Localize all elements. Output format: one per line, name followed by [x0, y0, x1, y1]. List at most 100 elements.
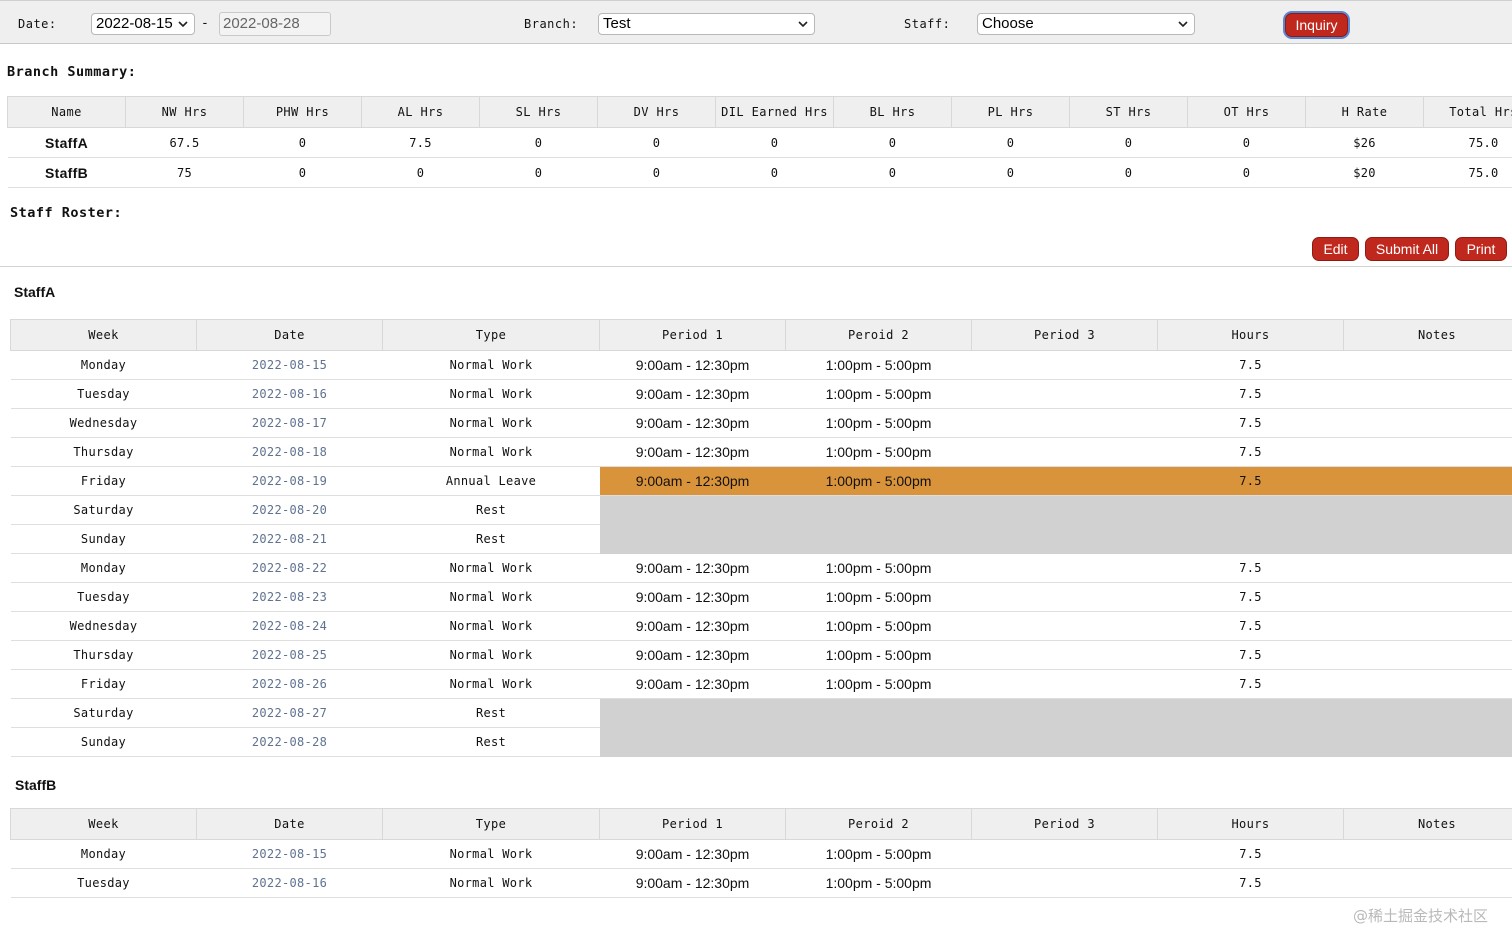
roster-header-row: Week Date Type Period 1 Peroid 2 Period 3 Hour… — [10, 808, 1512, 840]
summary-col-dil-earned-hrs: DIL Earned Hrs — [715, 96, 834, 128]
date-range-separator: - — [201, 16, 209, 31]
date-link[interactable]: 2022-08-15 — [196, 839, 383, 869]
summary-cell: 75.0 — [1423, 157, 1512, 188]
staff-name-heading: StaffB — [15, 777, 57, 793]
summary-cell: 0 — [833, 127, 952, 158]
date-link[interactable]: 2022-08-15 — [196, 350, 383, 380]
roster-col-period-1: Period 1 — [599, 319, 786, 351]
period-3-cell — [971, 408, 1158, 438]
roster-row: Sunday 2022-08-21 Rest — [10, 524, 1512, 554]
period-3-cell — [971, 524, 1158, 554]
date-link[interactable]: 2022-08-26 — [196, 669, 383, 699]
notes-cell — [1343, 868, 1512, 898]
day-cell: Monday — [10, 553, 197, 583]
period-1-cell — [599, 524, 786, 554]
summary-cell: 7.5 — [361, 127, 480, 158]
period-1-cell: 9:00am - 12:30pm — [599, 437, 786, 467]
period-3-cell — [971, 553, 1158, 583]
period-1-cell: 9:00am - 12:30pm — [599, 611, 786, 641]
date-link[interactable]: 2022-08-19 — [196, 466, 383, 496]
day-cell: Wednesday — [10, 408, 197, 438]
period-1-cell: 9:00am - 12:30pm — [599, 839, 786, 869]
roster-col-date: Date — [196, 319, 383, 351]
period-3-cell — [971, 611, 1158, 641]
date-link[interactable]: 2022-08-22 — [196, 553, 383, 583]
summary-cell: $26 — [1305, 127, 1424, 158]
date-from-select[interactable]: 2022-08-15 — [91, 13, 195, 35]
day-cell: Saturday — [10, 495, 197, 525]
summary-cell: 0 — [715, 157, 834, 188]
summary-cell: 0 — [951, 157, 1070, 188]
summary-cell: $20 — [1305, 157, 1424, 188]
period-3-cell — [971, 698, 1158, 728]
edit-button[interactable]: Edit — [1312, 237, 1359, 261]
type-cell: Normal Work — [382, 350, 600, 380]
period-1-cell: 9:00am - 12:30pm — [599, 379, 786, 409]
period-2-cell — [785, 698, 972, 728]
summary-cell: 0 — [1069, 127, 1188, 158]
summary-col-al-hrs: AL Hrs — [361, 96, 480, 128]
date-link[interactable]: 2022-08-27 — [196, 698, 383, 728]
summary-cell: 67.5 — [125, 127, 244, 158]
roster-row: Wednesday 2022-08-24 Normal Work 9:00am - 1… — [10, 611, 1512, 641]
period-2-cell: 1:00pm - 5:00pm — [785, 640, 972, 670]
branch-select[interactable]: Test — [598, 13, 815, 35]
inquiry-button[interactable]: Inquiry — [1285, 13, 1348, 37]
hours-cell: 7.5 — [1157, 582, 1344, 612]
roster-col-notes: Notes — [1343, 808, 1512, 840]
notes-cell — [1343, 437, 1512, 467]
notes-cell — [1343, 379, 1512, 409]
type-cell: Normal Work — [382, 839, 600, 869]
type-cell: Normal Work — [382, 640, 600, 670]
day-cell: Wednesday — [10, 611, 197, 641]
date-link[interactable]: 2022-08-16 — [196, 868, 383, 898]
date-link[interactable]: 2022-08-24 — [196, 611, 383, 641]
roster-row: Tuesday 2022-08-16 Normal Work 9:00am - 12:… — [10, 379, 1512, 409]
summary-cell: 0 — [243, 127, 362, 158]
date-link[interactable]: 2022-08-17 — [196, 408, 383, 438]
type-cell: Normal Work — [382, 669, 600, 699]
roster-table: Week Date Type Period 1 Peroid 2 Period 3 Hour… — [10, 319, 1512, 757]
staff-select[interactable]: Choose — [977, 13, 1195, 35]
summary-cell: 0 — [479, 127, 598, 158]
staff-roster-title: Staff Roster: — [10, 205, 123, 221]
roster-col-period-1: Period 1 — [599, 808, 786, 840]
summary-row: StaffA 67.5 0 7.5 0 0 0 0 0 0 0 $26 75.0 — [7, 127, 1512, 158]
period-1-cell: 9:00am - 12:30pm — [599, 408, 786, 438]
hours-cell: 7.5 — [1157, 379, 1344, 409]
summary-col-name: Name — [7, 96, 126, 128]
date-to-field[interactable]: 2022-08-28 — [219, 12, 331, 36]
date-link[interactable]: 2022-08-21 — [196, 524, 383, 554]
notes-cell — [1343, 611, 1512, 641]
summary-header-row: Name NW Hrs PHW Hrs AL Hrs SL Hrs DV Hrs DIL E… — [7, 96, 1512, 128]
notes-cell — [1343, 524, 1512, 554]
notes-cell — [1343, 408, 1512, 438]
period-2-cell — [785, 524, 972, 554]
date-link[interactable]: 2022-08-18 — [196, 437, 383, 467]
summary-col-phw-hrs: PHW Hrs — [243, 96, 362, 128]
hours-cell: 7.5 — [1157, 350, 1344, 380]
summary-staff-name: StaffA — [7, 127, 126, 158]
staff-label: Staff: — [904, 17, 951, 31]
hours-cell — [1157, 495, 1344, 525]
date-link[interactable]: 2022-08-28 — [196, 727, 383, 757]
summary-col-total-hrs: Total Hrs — [1423, 96, 1512, 128]
roster-row: Sunday 2022-08-28 Rest — [10, 727, 1512, 757]
type-cell: Normal Work — [382, 408, 600, 438]
roster-col-date: Date — [196, 808, 383, 840]
roster-row: Thursday 2022-08-25 Normal Work 9:00am - 12… — [10, 640, 1512, 670]
date-from-value: 2022-08-15 — [96, 15, 173, 32]
summary-cell: 0 — [597, 157, 716, 188]
date-link[interactable]: 2022-08-16 — [196, 379, 383, 409]
period-3-cell — [971, 466, 1158, 496]
date-link[interactable]: 2022-08-23 — [196, 582, 383, 612]
print-button[interactable]: Print — [1455, 237, 1507, 261]
type-cell: Annual Leave — [382, 466, 600, 496]
roster-row: Saturday 2022-08-20 Rest — [10, 495, 1512, 525]
summary-cell: 0 — [1187, 157, 1306, 188]
date-link[interactable]: 2022-08-20 — [196, 495, 383, 525]
period-2-cell: 1:00pm - 5:00pm — [785, 408, 972, 438]
submit-all-button[interactable]: Submit All — [1365, 237, 1449, 261]
summary-cell: 0 — [833, 157, 952, 188]
date-link[interactable]: 2022-08-25 — [196, 640, 383, 670]
